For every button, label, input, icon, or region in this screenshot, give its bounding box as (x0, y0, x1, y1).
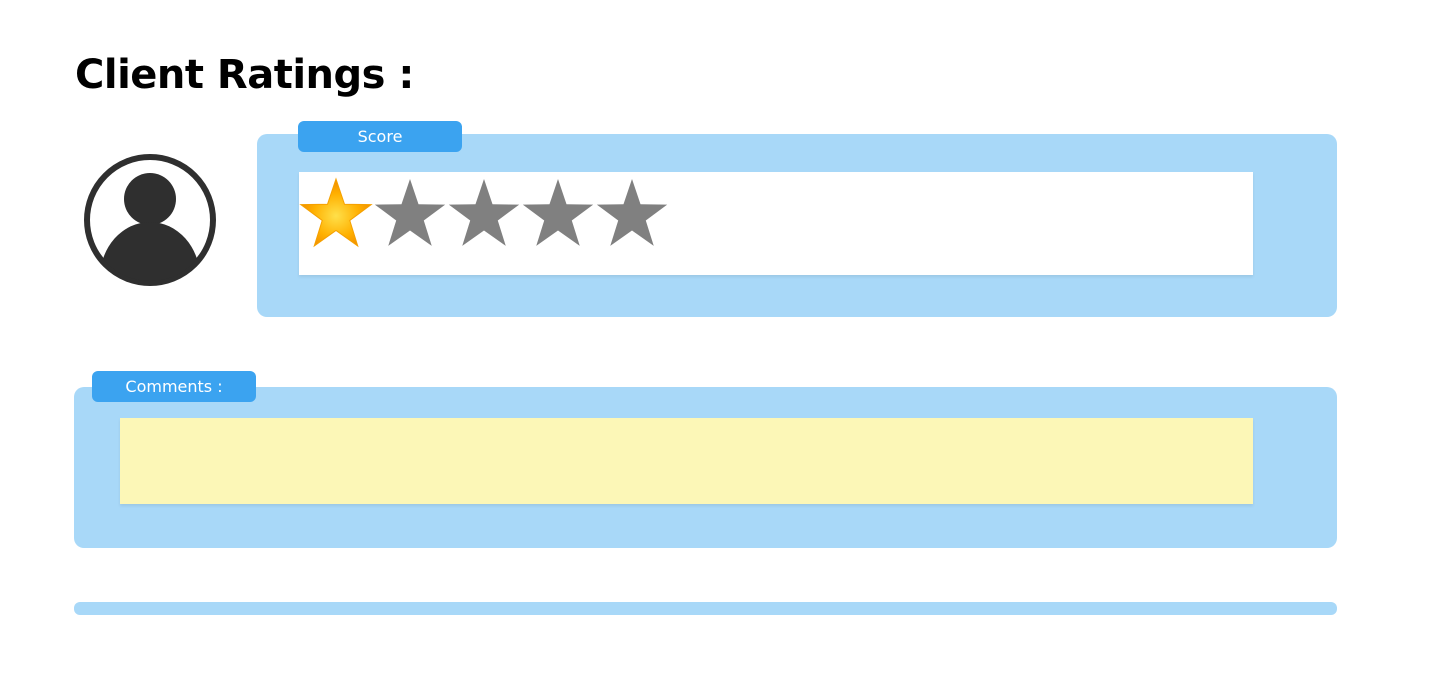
page-title: Client Ratings : (75, 52, 414, 98)
bottom-divider (74, 602, 1337, 615)
star-empty-icon[interactable] (595, 176, 669, 252)
star-empty-icon[interactable] (447, 176, 521, 252)
client-ratings-page: Client Ratings : Score Comments : (0, 0, 1442, 699)
star-empty-icon[interactable] (521, 176, 595, 252)
user-avatar-icon (82, 152, 218, 288)
star-filled-icon[interactable] (299, 176, 373, 252)
star-rating[interactable] (299, 172, 1253, 275)
comments-label: Comments : (92, 371, 256, 402)
score-label: Score (298, 121, 462, 152)
star-rating-stars (299, 176, 669, 252)
comments-input[interactable] (120, 418, 1253, 504)
star-empty-icon[interactable] (373, 176, 447, 252)
